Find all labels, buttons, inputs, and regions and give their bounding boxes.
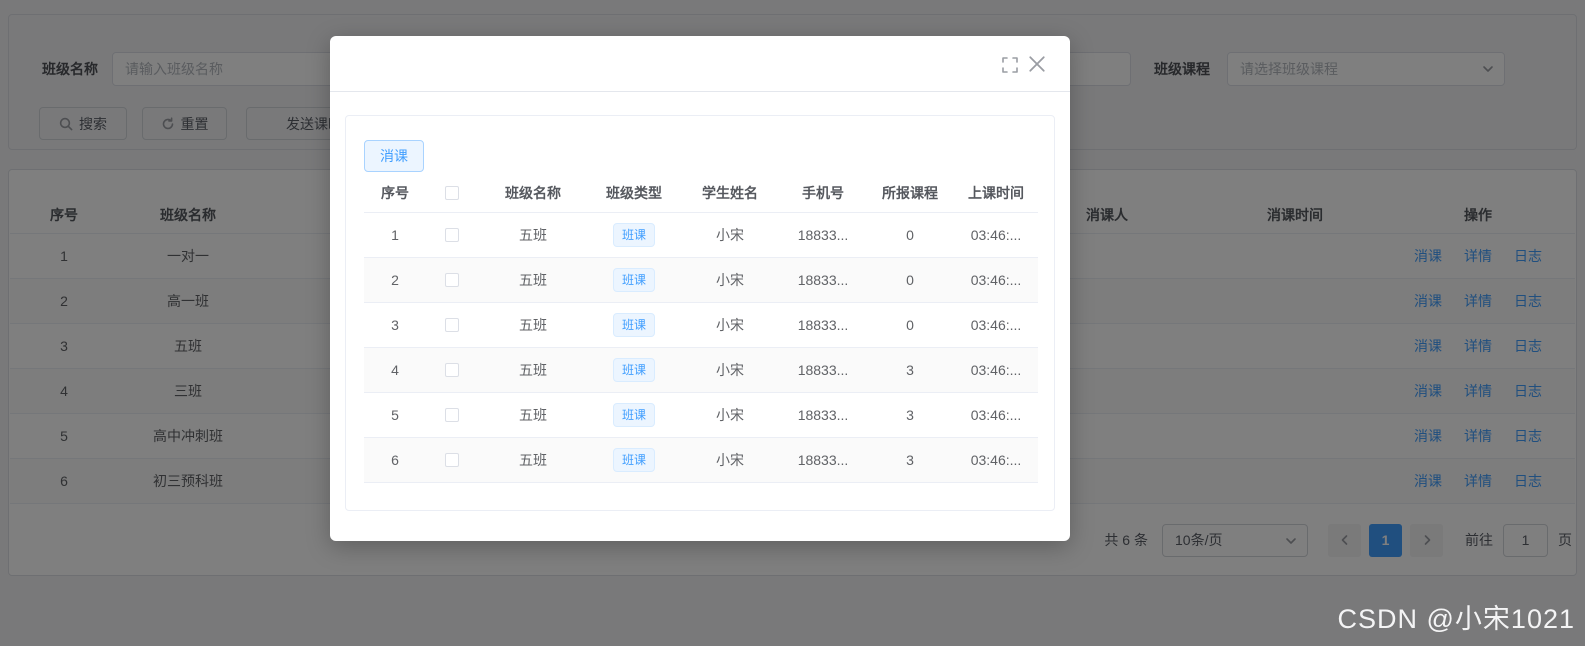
cell-courses: 3 (866, 392, 954, 438)
cell-class-name: 五班 (478, 392, 588, 438)
cell-index: 4 (364, 347, 426, 393)
header-select-all (426, 174, 478, 213)
modal-table-row: 4 五班 班课 小宋 18833... 3 03:46:... (364, 347, 1038, 393)
cancel-class-button[interactable]: 消课 (364, 140, 424, 172)
modal-table-row: 1 五班 班课 小宋 18833... 0 03:46:... (364, 212, 1038, 258)
header-courses: 所报课程 (866, 174, 954, 213)
watermark: CSDN @小宋1021 (1337, 604, 1575, 634)
cell-class-name: 五班 (478, 347, 588, 393)
class-type-tag: 班课 (612, 357, 655, 382)
cancel-class-table: 序号 班级名称 班级类型 学生姓名 手机号 所报课程 上课时间 1 五班 班课 … (364, 174, 1038, 483)
cell-courses: 3 (866, 437, 954, 483)
cell-courses: 0 (866, 212, 954, 258)
modal-table-row: 3 五班 班课 小宋 18833... 0 03:46:... (364, 302, 1038, 348)
cell-student-name: 小宋 (680, 437, 780, 483)
modal-table-row: 2 五班 班课 小宋 18833... 0 03:46:... (364, 257, 1038, 303)
cell-phone: 18833... (780, 437, 866, 483)
header-class-time: 上课时间 (954, 174, 1038, 213)
class-type-tag: 班课 (612, 447, 655, 472)
cell-class-time: 03:46:... (954, 257, 1038, 303)
close-icon[interactable] (1028, 55, 1046, 73)
cell-courses: 3 (866, 347, 954, 393)
cell-student-name: 小宋 (680, 392, 780, 438)
header-class-name: 班级名称 (478, 174, 588, 213)
cell-class-time: 03:46:... (954, 212, 1038, 258)
class-type-tag: 班课 (612, 402, 655, 427)
header-student-name: 学生姓名 (680, 174, 780, 213)
cell-class-time: 03:46:... (954, 392, 1038, 438)
dialog-body-card: 消课 序号 班级名称 班级类型 学生姓名 手机号 所报课程 上课时间 1 五班 … (345, 115, 1055, 511)
row-checkbox[interactable] (445, 407, 459, 422)
cell-class-time: 03:46:... (954, 302, 1038, 348)
cancel-class-dialog: 消课 序号 班级名称 班级类型 学生姓名 手机号 所报课程 上课时间 1 五班 … (330, 36, 1070, 541)
class-type-tag: 班课 (612, 267, 655, 292)
fullscreen-icon[interactable] (1002, 57, 1018, 73)
cell-student-name: 小宋 (680, 257, 780, 303)
cell-class-name: 五班 (478, 257, 588, 303)
dialog-header (330, 36, 1070, 92)
modal-table-header-row: 序号 班级名称 班级类型 学生姓名 手机号 所报课程 上课时间 (364, 174, 1038, 213)
row-checkbox[interactable] (445, 452, 459, 467)
cell-phone: 18833... (780, 392, 866, 438)
select-all-checkbox[interactable] (445, 185, 459, 200)
cell-index: 6 (364, 437, 426, 483)
row-checkbox[interactable] (445, 317, 459, 332)
cell-phone: 18833... (780, 302, 866, 348)
row-checkbox[interactable] (445, 272, 459, 287)
header-phone: 手机号 (780, 174, 866, 213)
cell-courses: 0 (866, 257, 954, 303)
row-checkbox[interactable] (445, 362, 459, 377)
cell-phone: 18833... (780, 347, 866, 393)
cell-courses: 0 (866, 302, 954, 348)
header-class-type: 班级类型 (588, 174, 680, 213)
cell-class-name: 五班 (478, 302, 588, 348)
class-type-tag: 班课 (612, 312, 655, 337)
cell-class-name: 五班 (478, 437, 588, 483)
row-checkbox[interactable] (445, 227, 459, 242)
cell-student-name: 小宋 (680, 347, 780, 393)
cell-class-time: 03:46:... (954, 437, 1038, 483)
cell-student-name: 小宋 (680, 302, 780, 348)
cell-index: 3 (364, 302, 426, 348)
cell-index: 1 (364, 212, 426, 258)
modal-table-row: 5 五班 班课 小宋 18833... 3 03:46:... (364, 392, 1038, 438)
cell-student-name: 小宋 (680, 212, 780, 258)
class-type-tag: 班课 (612, 222, 655, 247)
cell-class-name: 五班 (478, 212, 588, 258)
cell-phone: 18833... (780, 212, 866, 258)
cell-phone: 18833... (780, 257, 866, 303)
cell-index: 5 (364, 392, 426, 438)
cell-class-time: 03:46:... (954, 347, 1038, 393)
header-index: 序号 (364, 174, 426, 213)
cell-index: 2 (364, 257, 426, 303)
modal-table-row: 6 五班 班课 小宋 18833... 3 03:46:... (364, 437, 1038, 483)
